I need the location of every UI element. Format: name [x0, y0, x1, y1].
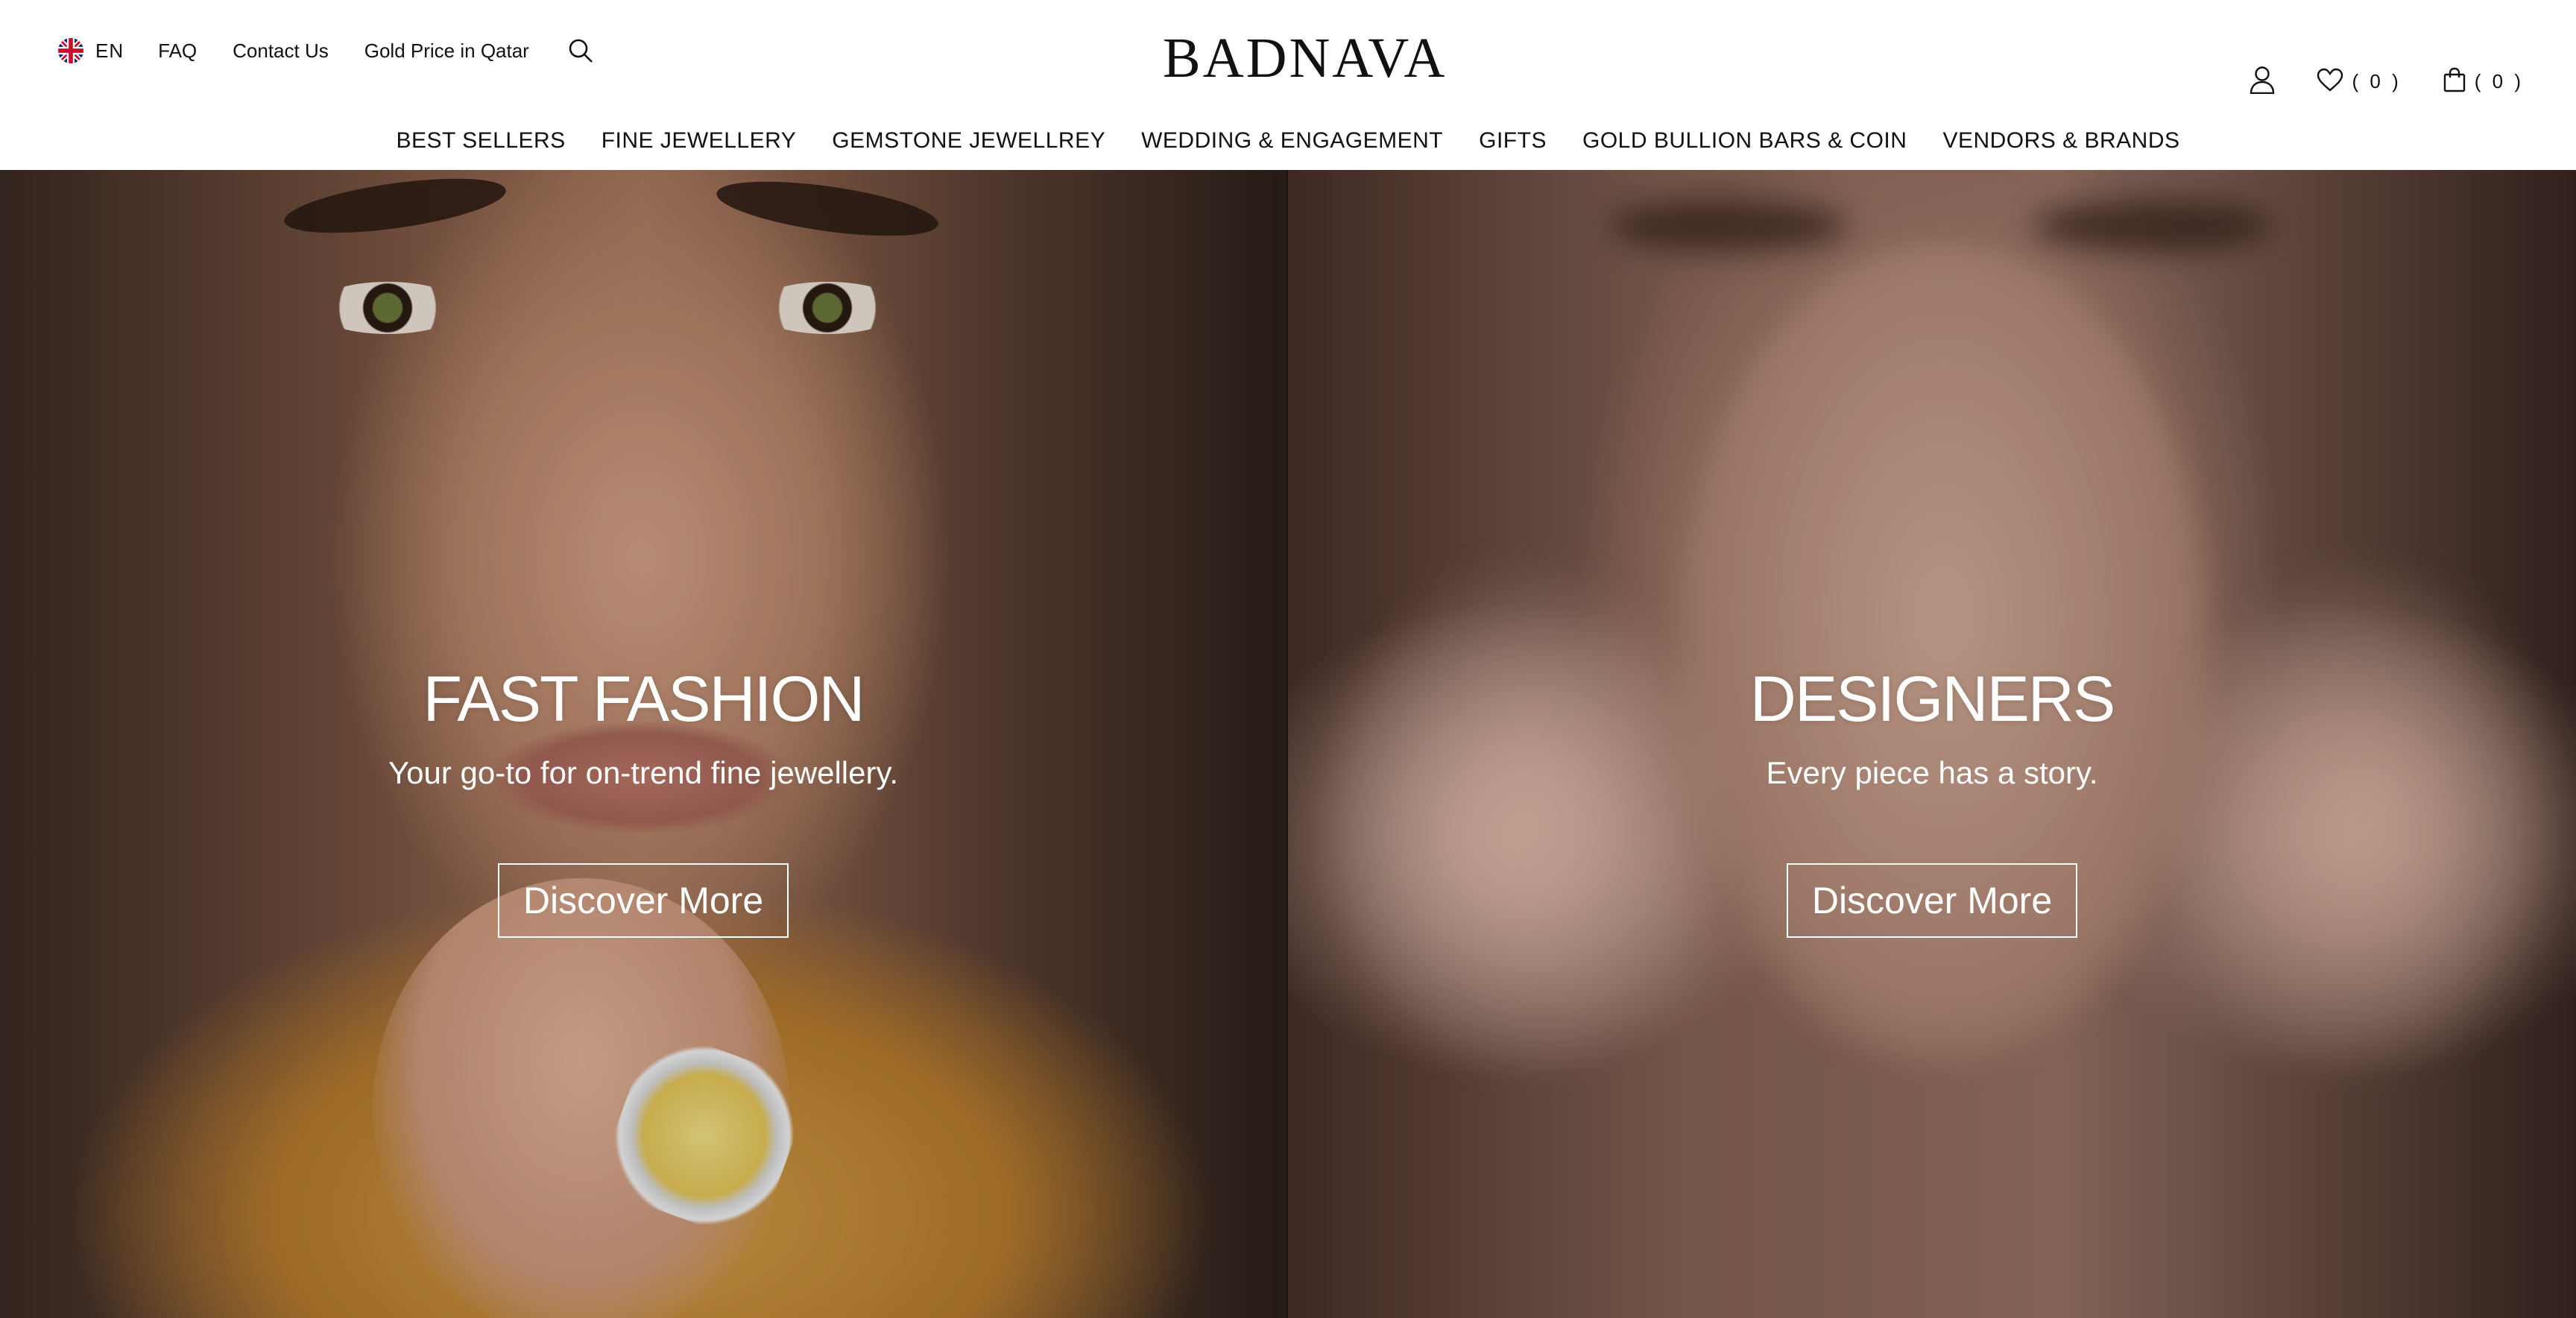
nav-gifts[interactable]: GIFTS — [1479, 128, 1547, 154]
nav-fine-jewellery[interactable]: FINE JEWELLERY — [602, 128, 797, 154]
panel-subtitle: Your go-to for on-trend fine jewellery. — [388, 755, 899, 790]
panel-content: FAST FASHION Your go-to for on-trend fin… — [0, 662, 1287, 938]
fast-fashion-panel[interactable]: FAST FASHION Your go-to for on-trend fin… — [0, 170, 1287, 1318]
gold-price-link[interactable]: Gold Price in Qatar — [364, 40, 529, 63]
panel-title: FAST FASHION — [423, 663, 865, 735]
account-button[interactable] — [2250, 66, 2275, 98]
cart-count: ( 0 ) — [2474, 69, 2524, 92]
discover-more-button[interactable]: Discover More — [497, 863, 789, 938]
nav-gold-bullion[interactable]: GOLD BULLION BARS & COIN — [1582, 128, 1907, 154]
site-header: EN FAQ Contact Us Gold Price in Qatar BA… — [0, 0, 2576, 170]
language-selector[interactable]: EN — [58, 38, 124, 63]
header-actions: ( 0 ) ( 0 ) — [2250, 63, 2524, 100]
uk-flag-icon — [58, 38, 83, 63]
main-navigation: BEST SELLERS FINE JEWELLERY GEMSTONE JEW… — [0, 124, 2576, 158]
faq-link[interactable]: FAQ — [158, 40, 197, 63]
heart-icon — [2317, 68, 2343, 95]
site-logo[interactable]: BADNAVA — [1163, 30, 1445, 86]
utility-bar: EN FAQ Contact Us Gold Price in Qatar — [58, 33, 595, 69]
nav-vendors-brands[interactable]: VENDORS & BRANDS — [1942, 128, 2179, 154]
wishlist-button[interactable]: ( 0 ) — [2317, 68, 2402, 95]
user-icon — [2250, 66, 2275, 98]
cart-button[interactable]: ( 0 ) — [2443, 67, 2524, 96]
search-icon[interactable] — [566, 37, 595, 65]
contact-us-link[interactable]: Contact Us — [233, 40, 329, 63]
nav-best-sellers[interactable]: BEST SELLERS — [396, 128, 565, 154]
panel-subtitle: Every piece has a story. — [1766, 755, 2098, 790]
panel-title: DESIGNERS — [1749, 663, 2116, 735]
wishlist-count: ( 0 ) — [2352, 69, 2402, 92]
discover-more-button[interactable]: Discover More — [1786, 863, 2078, 938]
language-code: EN — [95, 39, 124, 62]
nav-wedding-engagement[interactable]: WEDDING & ENGAGEMENT — [1141, 128, 1443, 154]
nav-gemstone-jewellery[interactable]: GEMSTONE JEWELLREY — [832, 128, 1105, 154]
shopping-bag-icon — [2443, 67, 2466, 96]
panel-content: DESIGNERS Every piece has a story. Disco… — [1288, 662, 2576, 938]
designers-panel[interactable]: DESIGNERS Every piece has a story. Disco… — [1288, 170, 2576, 1318]
hero-section: FAST FASHION Your go-to for on-trend fin… — [0, 170, 2576, 1318]
